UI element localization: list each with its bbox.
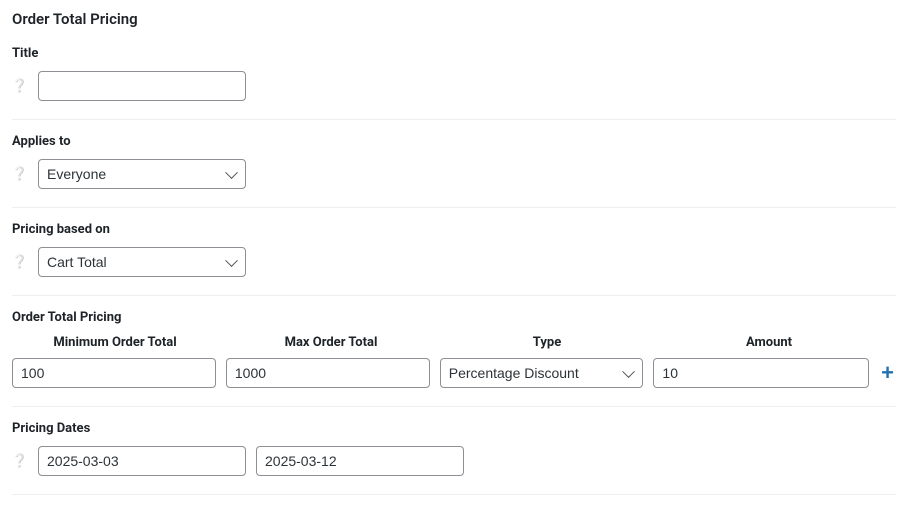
date-from-input[interactable] — [38, 446, 246, 476]
section-title: Title ❔ — [12, 46, 896, 120]
title-label: Title — [12, 46, 896, 61]
pricing-basis-label: Pricing based on — [12, 222, 896, 237]
help-icon[interactable]: ❔ — [12, 78, 28, 94]
col-header-max: Max Order Total — [228, 335, 434, 350]
section-pricing-table: Order Total Pricing Minimum Order Total … — [12, 310, 896, 407]
applies-to-select[interactable]: Everyone — [38, 159, 246, 189]
pricing-table-label: Order Total Pricing — [12, 310, 896, 325]
amount-input[interactable] — [653, 358, 869, 388]
col-header-amount: Amount — [660, 335, 878, 350]
dates-label: Pricing Dates — [12, 421, 896, 436]
section-applies-to: Applies to ❔ Everyone — [12, 134, 896, 208]
section-pricing-basis: Pricing based on ❔ Cart Total — [12, 222, 896, 296]
page-title: Order Total Pricing — [12, 10, 896, 28]
help-icon[interactable]: ❔ — [12, 166, 28, 182]
table-row: Percentage Discount + — [12, 358, 896, 388]
section-dates: Pricing Dates ❔ — [12, 421, 896, 495]
col-header-min: Minimum Order Total — [12, 335, 218, 350]
add-row-button[interactable]: + — [879, 362, 896, 384]
pricing-basis-select[interactable]: Cart Total — [38, 247, 246, 277]
plus-icon: + — [881, 360, 894, 385]
col-header-type: Type — [444, 335, 650, 350]
date-to-input[interactable] — [256, 446, 464, 476]
help-icon[interactable]: ❔ — [12, 453, 28, 469]
help-icon[interactable]: ❔ — [12, 254, 28, 270]
title-input[interactable] — [38, 71, 246, 101]
min-order-input[interactable] — [12, 358, 216, 388]
applies-to-label: Applies to — [12, 134, 896, 149]
type-select[interactable]: Percentage Discount — [440, 358, 644, 388]
max-order-input[interactable] — [226, 358, 430, 388]
